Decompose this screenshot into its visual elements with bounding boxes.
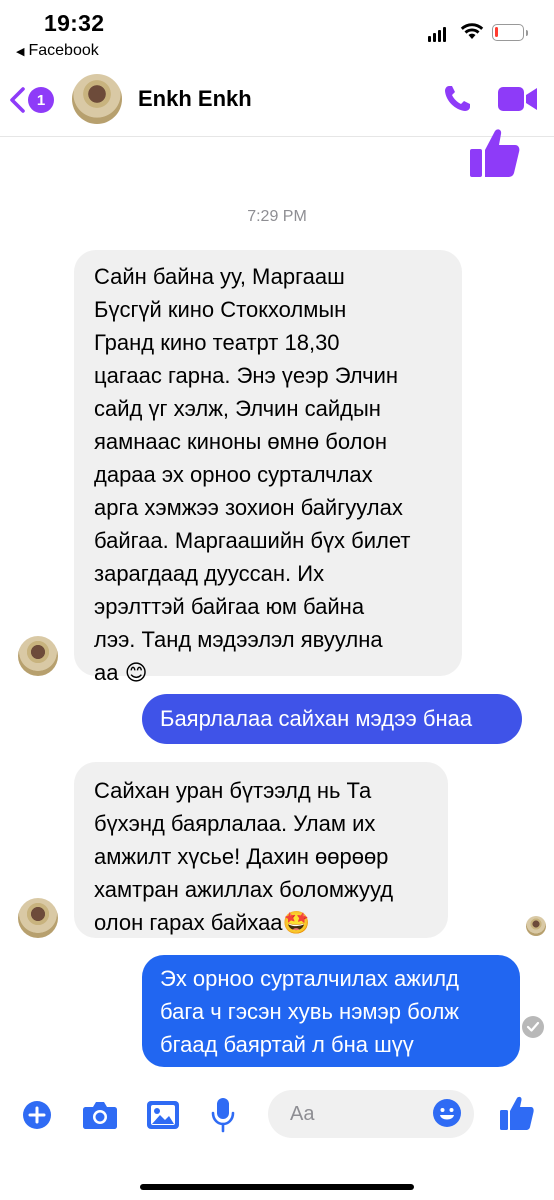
sender-avatar[interactable] — [18, 636, 58, 676]
sender-avatar[interactable] — [18, 898, 58, 938]
incoming-message[interactable]: Сайхан уран бүтээлд нь Та бүхэнд баярлал… — [74, 762, 448, 938]
battery-icon — [492, 24, 528, 41]
back-triangle-icon: ◀ — [16, 45, 25, 58]
outgoing-message[interactable]: Эх орноо сурталчилах ажилд бага ч гэсэн … — [142, 955, 520, 1067]
outgoing-message[interactable]: Баярлалаа сайхан мэдээ бнаа — [142, 694, 522, 744]
delivered-check-icon — [522, 1016, 544, 1038]
contact-name[interactable]: Enkh Enkh — [138, 86, 252, 112]
conversation-timestamp: 7:29 PM — [247, 208, 307, 225]
incoming-message[interactable]: Сайн байна уу, Маргааш Бүсгүй кино Стокх… — [74, 250, 462, 685]
back-app-label: Facebook — [28, 42, 99, 59]
back-to-app-link[interactable]: ◀ Facebook — [16, 42, 99, 60]
thumbs-up-icon[interactable] — [500, 1095, 534, 1131]
video-call-icon[interactable] — [498, 86, 538, 112]
wifi-icon — [460, 23, 484, 39]
image-icon[interactable] — [146, 1100, 180, 1130]
chevron-left-icon — [10, 87, 25, 113]
seen-receipt-avatar — [526, 916, 546, 936]
plus-icon[interactable] — [22, 1100, 52, 1130]
cellular-signal-icon — [428, 26, 446, 42]
unread-count-badge: 1 — [28, 87, 54, 113]
back-button[interactable]: 1 — [8, 80, 60, 120]
emoji-icon[interactable] — [432, 1098, 462, 1128]
microphone-icon[interactable] — [210, 1097, 236, 1133]
status-time: 19:32 — [44, 10, 105, 36]
home-indicator[interactable] — [140, 1184, 414, 1190]
sent-like-thumbs-up-icon — [470, 129, 520, 177]
battery-level-fill — [495, 27, 498, 37]
camera-icon[interactable] — [82, 1100, 118, 1130]
phone-call-icon[interactable] — [442, 84, 472, 114]
contact-avatar[interactable] — [72, 74, 122, 124]
